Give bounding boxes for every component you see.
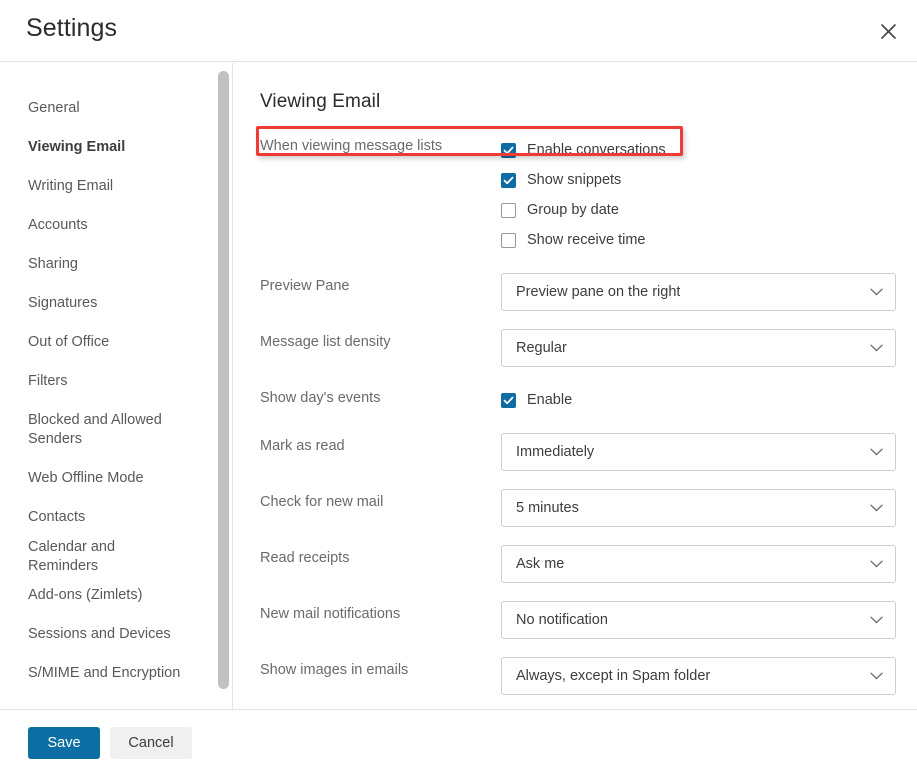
sidebar-item-label: Blocked and Allowed Senders: [28, 412, 162, 447]
sidebar-item-contacts[interactable]: Contacts: [0, 498, 215, 537]
checkbox-icon[interactable]: [501, 232, 516, 248]
checkbox-label: Show snippets: [527, 171, 622, 188]
checkbox-icon[interactable]: [501, 392, 516, 408]
section-title: Viewing Email: [260, 91, 381, 112]
sidebar-item-viewing-email[interactable]: Viewing Email: [0, 128, 215, 167]
select-read-receipts[interactable]: Ask me: [501, 545, 896, 583]
page-title: Settings: [26, 14, 118, 42]
checkbox-label: Show receive time: [527, 231, 646, 248]
sidebar-item-writing-email[interactable]: Writing Email: [0, 167, 215, 206]
select-value: Always, except in Spam folder: [516, 668, 711, 684]
chevron-down-icon: [870, 444, 883, 460]
select-mark-as-read[interactable]: Immediately: [501, 433, 896, 471]
sidebar-item-label: Contacts: [28, 509, 86, 525]
checkbox-group-by-date[interactable]: Group by date: [501, 195, 895, 225]
dialog-footer: Save Cancel: [0, 709, 917, 774]
setting-row-check-for-new-mail: Check for new mail 5 minutes: [260, 489, 896, 527]
sidebar-item-add-ons-zimlets[interactable]: Add-ons (Zimlets): [0, 576, 215, 615]
checkbox-show-snippets[interactable]: Show snippets: [501, 165, 895, 195]
select-value: 5 minutes: [516, 500, 579, 516]
sidebar-item-label: S/MIME and Encryption: [28, 665, 181, 681]
sidebar-item-list: General Viewing Email Writing Email Acco…: [0, 89, 215, 693]
sidebar-item-label: Sharing: [28, 256, 78, 272]
sidebar-item-signatures[interactable]: Signatures: [0, 284, 215, 323]
select-preview-pane[interactable]: Preview pane on the right: [501, 273, 896, 311]
sidebar-item-sessions-and-devices[interactable]: Sessions and Devices: [0, 615, 215, 654]
sidebar-item-sharing[interactable]: Sharing: [0, 245, 215, 284]
sidebar-item-label: Signatures: [28, 295, 98, 311]
select-value: Ask me: [516, 556, 565, 572]
sidebar-item-label: Add-ons (Zimlets): [28, 587, 143, 603]
checkbox-label: Enable: [527, 391, 573, 408]
settings-content-panel: Viewing Email When viewing message lists…: [234, 63, 917, 709]
select-new-mail-notifications[interactable]: No notification: [501, 601, 896, 639]
sidebar-item-label: Web Offline Mode: [28, 470, 144, 486]
select-value: Regular: [516, 340, 567, 356]
settings-dialog: Settings General Viewing Email Writing E…: [0, 0, 917, 774]
checkbox-show-days-events-enable[interactable]: Enable: [501, 385, 895, 415]
checkbox-icon[interactable]: [501, 202, 516, 218]
checkbox-enable-conversations[interactable]: Enable conversations: [501, 135, 895, 165]
checkbox-icon[interactable]: [501, 142, 516, 158]
sidebar-item-calendar-and-reminders[interactable]: Calendar and Reminders: [0, 537, 215, 576]
settings-sidebar: General Viewing Email Writing Email Acco…: [0, 63, 233, 709]
setting-label-read-receipts: Read receipts: [260, 550, 350, 566]
chevron-down-icon: [870, 500, 883, 516]
setting-row-show-images-in-emails: Show images in emails Always, except in …: [260, 657, 896, 695]
setting-label-preview-pane: Preview Pane: [260, 278, 350, 294]
checkbox-label: Group by date: [527, 201, 619, 218]
setting-row-mark-as-read: Mark as read Immediately: [260, 433, 896, 471]
setting-row-read-receipts: Read receipts Ask me: [260, 545, 896, 583]
close-icon[interactable]: [869, 12, 907, 50]
dialog-header: Settings: [0, 0, 917, 62]
chevron-down-icon: [870, 612, 883, 628]
setting-row-show-days-events: Show day's events Enable: [260, 385, 895, 415]
setting-label-show-days-events: Show day's events: [260, 390, 381, 406]
chevron-down-icon: [870, 284, 883, 300]
sidebar-item-general[interactable]: General: [0, 89, 215, 128]
sidebar-item-out-of-office[interactable]: Out of Office: [0, 323, 215, 362]
setting-row-message-list-density: Message list density Regular: [260, 329, 896, 367]
setting-label-check-for-new-mail: Check for new mail: [260, 494, 384, 510]
setting-row-message-lists: When viewing message lists Enable conver…: [260, 133, 895, 255]
chevron-down-icon: [870, 340, 883, 356]
checkbox-show-receive-time[interactable]: Show receive time: [501, 225, 895, 255]
setting-label-mark-as-read: Mark as read: [260, 438, 345, 454]
select-value: No notification: [516, 612, 608, 628]
sidebar-item-label: Writing Email: [28, 178, 114, 194]
checkbox-icon[interactable]: [501, 172, 516, 188]
sidebar-scrollbar[interactable]: [218, 71, 229, 689]
cancel-button[interactable]: Cancel: [110, 727, 192, 759]
select-value: Immediately: [516, 444, 595, 460]
select-show-images-in-emails[interactable]: Always, except in Spam folder: [501, 657, 896, 695]
select-check-for-new-mail[interactable]: 5 minutes: [501, 489, 896, 527]
setting-row-preview-pane: Preview Pane Preview pane on the right: [260, 273, 896, 311]
checkbox-label: Enable conversations: [527, 141, 666, 158]
message-lists-checkbox-group: Enable conversations Show snippets Group…: [501, 133, 895, 255]
sidebar-item-smime-and-encryption[interactable]: S/MIME and Encryption: [0, 654, 215, 693]
chevron-down-icon: [870, 556, 883, 572]
sidebar-item-label: Filters: [28, 373, 68, 389]
sidebar-item-label: Accounts: [28, 217, 88, 233]
setting-row-new-mail-notifications: New mail notifications No notification: [260, 601, 896, 639]
setting-label-message-lists: When viewing message lists: [260, 138, 443, 154]
sidebar-item-web-offline-mode[interactable]: Web Offline Mode: [0, 459, 215, 498]
sidebar-item-label: Viewing Email: [28, 139, 126, 155]
sidebar-item-blocked-and-allowed-senders[interactable]: Blocked and Allowed Senders: [0, 401, 215, 459]
chevron-down-icon: [870, 668, 883, 684]
sidebar-item-label: Calendar and Reminders: [28, 538, 116, 574]
save-button[interactable]: Save: [28, 727, 100, 759]
sidebar-item-accounts[interactable]: Accounts: [0, 206, 215, 245]
sidebar-item-label: Out of Office: [28, 334, 110, 350]
sidebar-item-label: Sessions and Devices: [28, 626, 171, 642]
setting-label-show-images-in-emails: Show images in emails: [260, 662, 409, 678]
select-value: Preview pane on the right: [516, 284, 681, 300]
select-message-list-density[interactable]: Regular: [501, 329, 896, 367]
setting-label-new-mail-notifications: New mail notifications: [260, 606, 401, 622]
settings-form: Viewing Email When viewing message lists…: [234, 63, 917, 695]
setting-label-message-list-density: Message list density: [260, 334, 391, 350]
sidebar-item-label: General: [28, 100, 80, 116]
sidebar-item-filters[interactable]: Filters: [0, 362, 215, 401]
